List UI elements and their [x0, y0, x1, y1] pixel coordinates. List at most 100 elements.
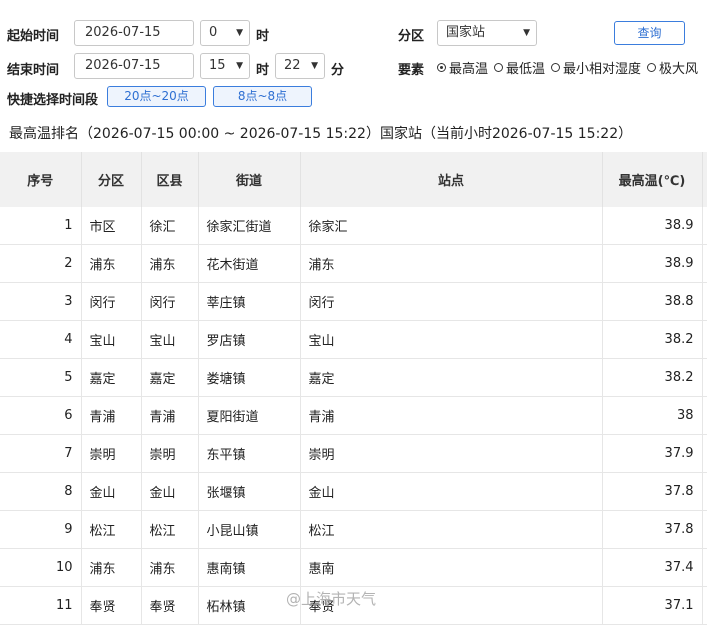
radio-label: 极大风	[659, 62, 699, 77]
end-hour-select[interactable]: 15 ▼	[200, 53, 250, 79]
cell-station: 徐家汇	[300, 207, 603, 245]
cell-rank: 8	[0, 472, 82, 511]
table-row[interactable]: 8 金山 金山 张堰镇 金山 37.8	[0, 472, 707, 511]
zone-label: 分区	[398, 29, 425, 44]
cell-district: 青浦	[141, 396, 199, 435]
end-time-label: 结束时间	[7, 63, 60, 78]
cell-station: 闵行	[300, 282, 603, 321]
end-date-input[interactable]: 2026-07-15	[74, 53, 194, 79]
cell-zone: 金山	[81, 472, 142, 511]
cell-spacer	[702, 396, 707, 435]
cell-rank: 9	[0, 510, 82, 549]
cell-max-temp: 38.8	[602, 282, 703, 321]
cell-district: 奉贤	[141, 586, 199, 625]
cell-station: 惠南	[300, 548, 603, 587]
cell-zone: 浦东	[81, 548, 142, 587]
cell-street: 惠南镇	[198, 548, 301, 587]
start-date-input[interactable]: 2026-07-15	[74, 20, 194, 46]
radio-unchecked-icon	[551, 63, 561, 72]
cell-spacer	[702, 586, 707, 625]
cell-zone: 奉贤	[81, 586, 142, 625]
table-row[interactable]: 1 市区 徐汇 徐家汇街道 徐家汇 38.9	[0, 207, 707, 245]
chevron-down-icon: ▼	[236, 61, 243, 71]
cell-district: 金山	[141, 472, 199, 511]
radio-max-wind[interactable]: 极大风	[647, 58, 698, 77]
radio-unchecked-icon	[494, 63, 504, 72]
cell-spacer	[702, 434, 707, 473]
start-hour-select[interactable]: 0 ▼	[200, 20, 250, 46]
col-header-spacer	[702, 152, 707, 207]
cell-rank: 11	[0, 586, 82, 625]
element-radio-group: 最高温 最低温 最小相对湿度 极大风	[437, 58, 704, 77]
cell-district: 闵行	[141, 282, 199, 321]
cell-zone: 市区	[81, 207, 142, 245]
table-row[interactable]: 7 崇明 崇明 东平镇 崇明 37.9	[0, 434, 707, 473]
cell-zone: 青浦	[81, 396, 142, 435]
cell-zone: 宝山	[81, 320, 142, 359]
end-minute-select[interactable]: 22 ▼	[275, 53, 325, 79]
watermark: @上海市天气	[286, 590, 377, 608]
col-header-zone[interactable]: 分区	[81, 152, 142, 207]
radio-max-temp[interactable]: 最高温	[437, 58, 488, 77]
radio-label: 最低温	[506, 62, 546, 77]
cell-spacer	[702, 282, 707, 321]
cell-street: 徐家汇街道	[198, 207, 301, 245]
cell-spacer	[702, 207, 707, 245]
query-button[interactable]: 查询	[614, 21, 685, 45]
table-row[interactable]: 5 嘉定 嘉定 娄塘镇 嘉定 38.2	[0, 358, 707, 397]
cell-spacer	[702, 320, 707, 359]
quick-8-8-button[interactable]: 8点~8点	[213, 86, 312, 107]
col-header-street[interactable]: 街道	[198, 152, 301, 207]
cell-spacer	[702, 472, 707, 511]
table-row[interactable]: 2 浦东 浦东 花木街道 浦东 38.9	[0, 244, 707, 283]
cell-spacer	[702, 244, 707, 283]
col-header-district[interactable]: 区县	[141, 152, 199, 207]
cell-district: 浦东	[141, 548, 199, 587]
end-hour-unit: 时	[256, 63, 270, 78]
cell-spacer	[702, 510, 707, 549]
table-row[interactable]: 10 浦东 浦东 惠南镇 惠南 37.4	[0, 548, 707, 587]
cell-rank: 5	[0, 358, 82, 397]
col-header-rank[interactable]: 序号	[0, 152, 82, 207]
cell-max-temp: 37.1	[602, 586, 703, 625]
cell-street: 莘庄镇	[198, 282, 301, 321]
cell-district: 浦东	[141, 244, 199, 283]
chevron-down-icon: ▼	[523, 28, 530, 38]
quick-20-20-button[interactable]: 20点~20点	[107, 86, 206, 107]
quick-select-label: 快捷选择时间段	[7, 93, 99, 108]
cell-district: 宝山	[141, 320, 199, 359]
zone-select[interactable]: 国家站 ▼	[437, 20, 537, 46]
start-hour-value: 0	[209, 25, 218, 40]
cell-street: 柘林镇	[198, 586, 301, 625]
cell-station: 宝山	[300, 320, 603, 359]
table-row[interactable]: 3 闵行 闵行 莘庄镇 闵行 38.8	[0, 282, 707, 321]
table-header-row: 序号 分区 区县 街道 站点 最高温(℃)	[0, 152, 707, 207]
cell-street: 夏阳街道	[198, 396, 301, 435]
cell-district: 嘉定	[141, 358, 199, 397]
radio-min-temp[interactable]: 最低温	[494, 58, 545, 77]
table-row[interactable]: 6 青浦 青浦 夏阳街道 青浦 38	[0, 396, 707, 435]
cell-rank: 6	[0, 396, 82, 435]
chevron-down-icon: ▼	[236, 28, 243, 38]
cell-district: 徐汇	[141, 207, 199, 245]
cell-max-temp: 38	[602, 396, 703, 435]
radio-unchecked-icon	[647, 63, 657, 72]
cell-zone: 松江	[81, 510, 142, 549]
cell-zone: 闵行	[81, 282, 142, 321]
cell-zone: 嘉定	[81, 358, 142, 397]
cell-rank: 7	[0, 434, 82, 473]
cell-rank: 10	[0, 548, 82, 587]
cell-max-temp: 37.4	[602, 548, 703, 587]
table-row[interactable]: 4 宝山 宝山 罗店镇 宝山 38.2	[0, 320, 707, 359]
radio-min-humidity[interactable]: 最小相对湿度	[551, 58, 641, 77]
cell-street: 娄塘镇	[198, 358, 301, 397]
cell-district: 崇明	[141, 434, 199, 473]
radio-checked-icon	[437, 63, 446, 72]
end-minute-unit: 分	[331, 63, 345, 78]
table-row[interactable]: 9 松江 松江 小昆山镇 松江 37.8	[0, 510, 707, 549]
cell-spacer	[702, 548, 707, 587]
cell-rank: 3	[0, 282, 82, 321]
col-header-station[interactable]: 站点	[300, 152, 603, 207]
cell-max-temp: 37.8	[602, 472, 703, 511]
col-header-max-temp[interactable]: 最高温(℃)	[602, 152, 703, 207]
